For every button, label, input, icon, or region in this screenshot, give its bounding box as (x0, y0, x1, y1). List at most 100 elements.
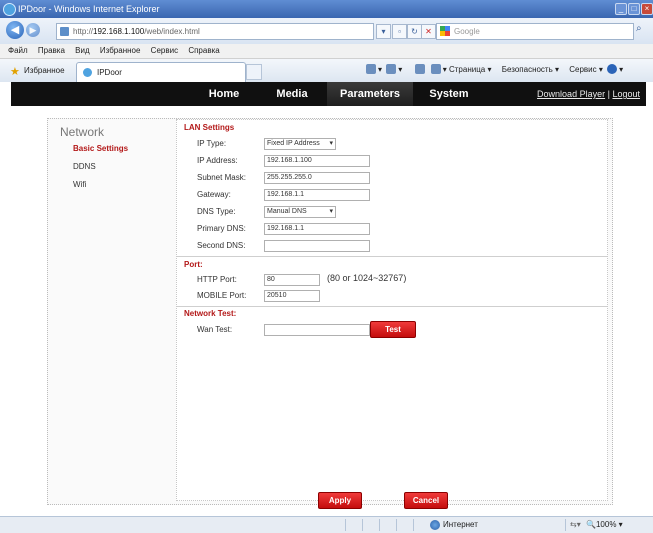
subnet-mask-field[interactable]: 255.255.255.0 (264, 172, 370, 184)
close-button[interactable]: × (641, 3, 653, 15)
search-icon[interactable]: ⌕ (636, 23, 642, 34)
subnet-mask-label: Subnet Mask: (197, 173, 246, 182)
back-button[interactable]: ◀ (6, 21, 24, 39)
ip-type-label: IP Type: (197, 139, 227, 148)
subnav-item-wifi[interactable]: Wifi (73, 180, 86, 189)
second-dns-label: Second DNS: (197, 241, 246, 250)
refresh-icon[interactable]: ↻ (407, 24, 422, 39)
status-divider (413, 519, 414, 531)
chevron-down-icon: ▾ (329, 208, 333, 215)
minimize-button[interactable]: _ (615, 3, 627, 15)
link-separator: | (607, 89, 610, 99)
protected-mode-icon[interactable]: ⇆▾ (570, 517, 581, 533)
help-icon[interactable] (607, 64, 618, 74)
menu-view[interactable]: Вид (75, 46, 89, 55)
primary-dns-label: Primary DNS: (197, 224, 246, 233)
compatibility-view-icon[interactable]: ▫ (392, 24, 407, 39)
search-placeholder: Google (454, 27, 480, 36)
status-bar: Интернет ⇆▾ 🔍100% ▾ (0, 516, 653, 533)
tab-title: IPDoor (97, 68, 122, 77)
subnav-item-basic-settings[interactable]: Basic Settings (73, 144, 128, 153)
menu-favorites[interactable]: Избранное (100, 46, 141, 55)
url-field[interactable]: http://192.168.1.100/web/index.html (56, 23, 374, 40)
dropdown-arrow-icon[interactable]: ▾ (376, 24, 391, 39)
gateway-field[interactable]: 192.168.1.1 (264, 189, 370, 201)
http-port-field[interactable]: 80 (264, 274, 320, 286)
new-tab-button[interactable] (246, 64, 262, 80)
nav-tab-system[interactable]: System (413, 82, 485, 106)
maximize-button[interactable]: □ (628, 3, 640, 15)
forward-button[interactable]: ▶ (26, 23, 40, 37)
site-nav-bar: Home Media Parameters System Download Pl… (11, 82, 646, 106)
home-icon[interactable] (366, 64, 376, 74)
download-player-link[interactable]: Download Player (537, 89, 605, 99)
command-bar: ▾ ▾ ▾ Страница ▾ Безопасность ▾ Сервис ▾… (364, 64, 623, 74)
dns-type-select[interactable]: Manual DNS ▾ (264, 206, 336, 218)
mail-icon[interactable] (414, 64, 425, 74)
wan-test-field[interactable] (264, 324, 370, 336)
dns-type-label: DNS Type: (197, 207, 236, 216)
status-divider (379, 519, 380, 531)
menu-bar: Файл Правка Вид Избранное Сервис Справка (0, 44, 653, 59)
tools-menu[interactable]: Сервис ▾ (569, 65, 603, 74)
second-dns-field[interactable] (264, 240, 370, 252)
status-divider (362, 519, 363, 531)
section-divider (177, 256, 607, 257)
ip-type-select[interactable]: Fixed IP Address ▾ (264, 138, 336, 150)
subnav-item-ddns[interactable]: DDNS (73, 162, 96, 171)
google-icon (440, 26, 450, 36)
page-icon (60, 27, 69, 36)
feeds-icon[interactable] (386, 64, 397, 74)
section-divider (177, 306, 607, 307)
cancel-button[interactable]: Cancel (404, 492, 448, 509)
basic-settings-form: LAN Settings IP Type: Fixed IP Address ▾… (176, 119, 608, 509)
nav-tab-home[interactable]: Home (191, 82, 257, 106)
window-title-bar: IPDoor - Windows Internet Explorer _ □ × (0, 0, 653, 18)
nav-tab-parameters[interactable]: Parameters (327, 82, 413, 106)
gateway-label: Gateway: (197, 190, 231, 199)
status-divider (565, 519, 566, 531)
window-title: IPDoor - Windows Internet Explorer (18, 4, 160, 14)
dns-type-value: Manual DNS (267, 208, 307, 215)
safety-menu[interactable]: Безопасность ▾ (502, 65, 559, 74)
print-icon[interactable] (430, 64, 441, 74)
logout-link[interactable]: Logout (612, 89, 640, 99)
favorites-bar: ★ Избранное IPDoor ▾ ▾ ▾ Страница ▾ Безо… (0, 59, 653, 83)
address-bar: ◀ ▶ http://192.168.1.100/web/index.html … (0, 18, 653, 44)
settings-panel: Network Basic Settings DDNS Wifi LAN Set… (47, 118, 613, 509)
ip-address-label: IP Address: (197, 156, 238, 165)
favorites-button[interactable]: Избранное (24, 66, 65, 75)
http-port-label: HTTP Port: (197, 275, 237, 284)
stop-icon[interactable]: ✕ (421, 24, 436, 39)
internet-explorer-icon (3, 3, 16, 16)
tab-favicon-icon (83, 68, 92, 77)
menu-edit[interactable]: Правка (38, 46, 65, 55)
search-input[interactable]: Google (436, 23, 634, 40)
security-zone: Интернет (443, 520, 478, 529)
wan-test-label: Wan Test: (197, 325, 233, 334)
zoom-level[interactable]: 🔍100% ▾ (586, 517, 623, 533)
page-content: Home Media Parameters System Download Pl… (0, 82, 653, 514)
nav-tab-media[interactable]: Media (257, 82, 327, 106)
status-divider (345, 519, 346, 531)
network-subnav: Network Basic Settings DDNS Wifi (48, 119, 176, 504)
menu-help[interactable]: Справка (188, 46, 219, 55)
primary-dns-field[interactable]: 192.168.1.1 (264, 223, 370, 235)
url-text: http://192.168.1.100/web/index.html (73, 27, 200, 36)
lan-settings-title: LAN Settings (184, 123, 235, 132)
ip-type-value: Fixed IP Address (267, 140, 320, 147)
apply-button[interactable]: Apply (318, 492, 362, 509)
status-divider (396, 519, 397, 531)
chevron-down-icon: ▾ (329, 140, 333, 147)
ip-address-field[interactable]: 192.168.1.100 (264, 155, 370, 167)
network-test-title: Network Test: (184, 309, 237, 318)
test-button[interactable]: Test (370, 321, 416, 338)
mobile-port-label: MOBILE Port: (197, 291, 247, 300)
favorites-star-icon[interactable]: ★ (10, 65, 20, 78)
menu-tools[interactable]: Сервис (151, 46, 178, 55)
mobile-port-field[interactable]: 20510 (264, 290, 320, 302)
http-port-hint: (80 or 1024~32767) (327, 273, 407, 283)
page-menu[interactable]: Страница ▾ (449, 65, 492, 74)
browser-tab[interactable]: IPDoor (76, 62, 246, 82)
menu-file[interactable]: Файл (8, 46, 28, 55)
